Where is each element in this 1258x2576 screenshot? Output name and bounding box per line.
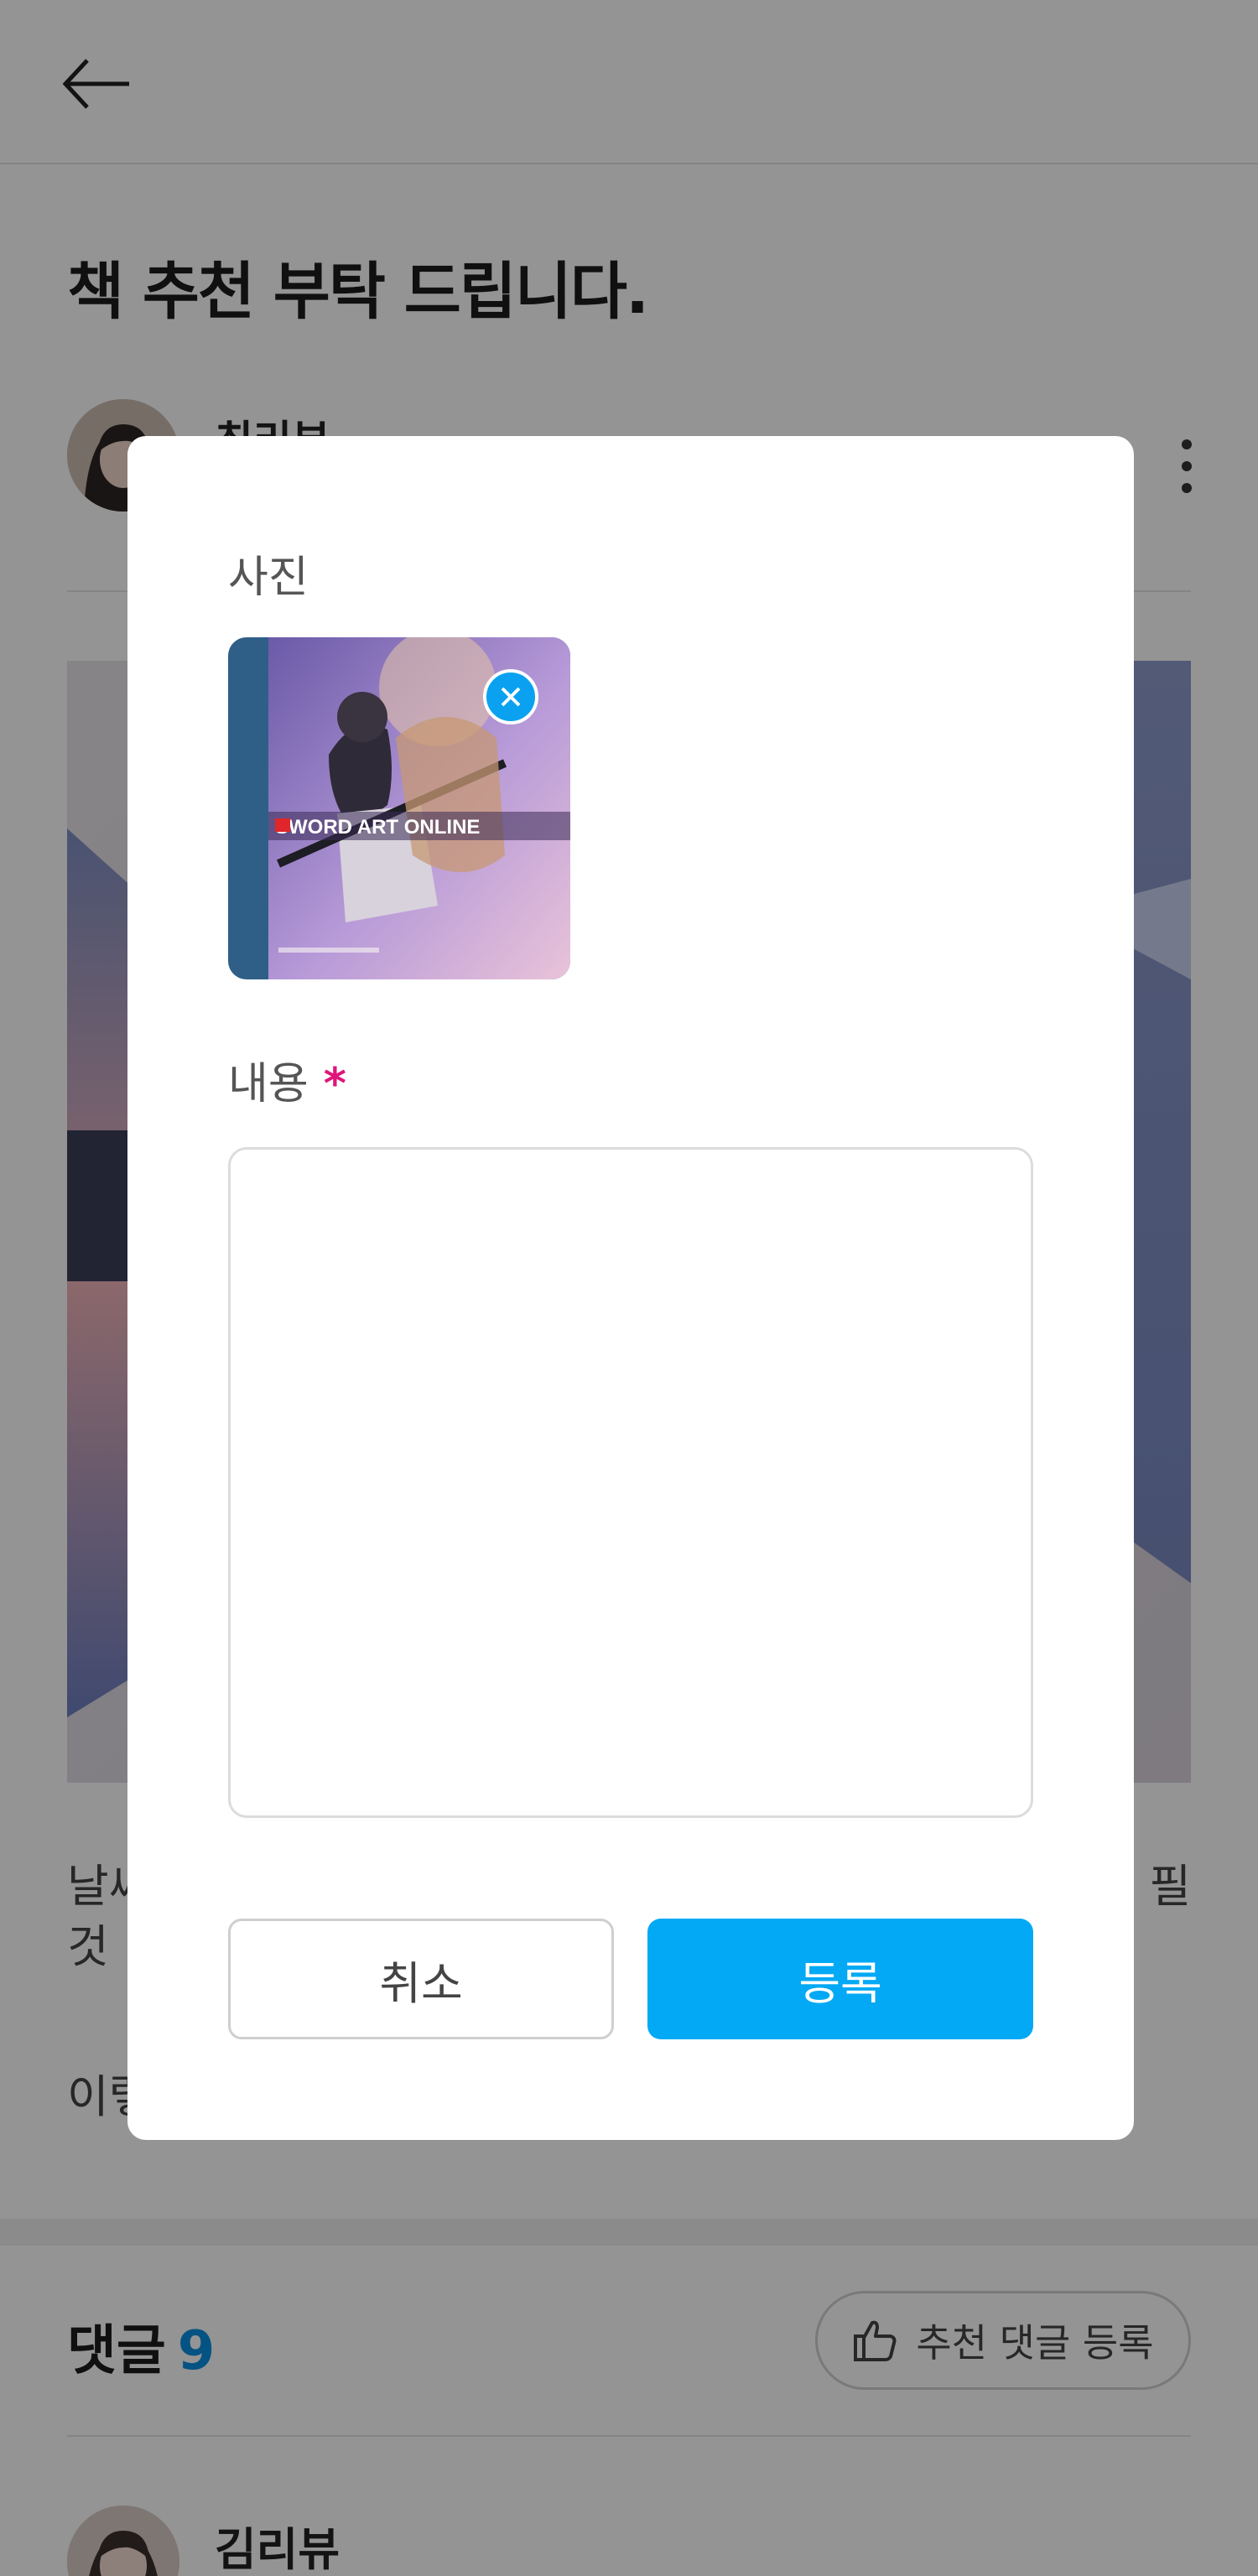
required-mark: * bbox=[323, 1059, 346, 1109]
content-textarea[interactable] bbox=[228, 1147, 1033, 1818]
submit-button[interactable]: 등록 bbox=[647, 1919, 1033, 2039]
remove-photo-button[interactable] bbox=[483, 669, 538, 724]
close-icon bbox=[501, 687, 521, 707]
content-label: 내용 * bbox=[228, 1048, 346, 1111]
content-label-text: 내용 bbox=[228, 1059, 309, 1109]
thumbnail-caption: SWORD ART ONLINE bbox=[275, 816, 480, 839]
comment-modal: 사진 SWORD ART ONLINE 내용 * 취소 등록 bbox=[127, 436, 1134, 2140]
cancel-button[interactable]: 취소 bbox=[228, 1919, 614, 2039]
photo-label: 사진 bbox=[228, 553, 309, 603]
